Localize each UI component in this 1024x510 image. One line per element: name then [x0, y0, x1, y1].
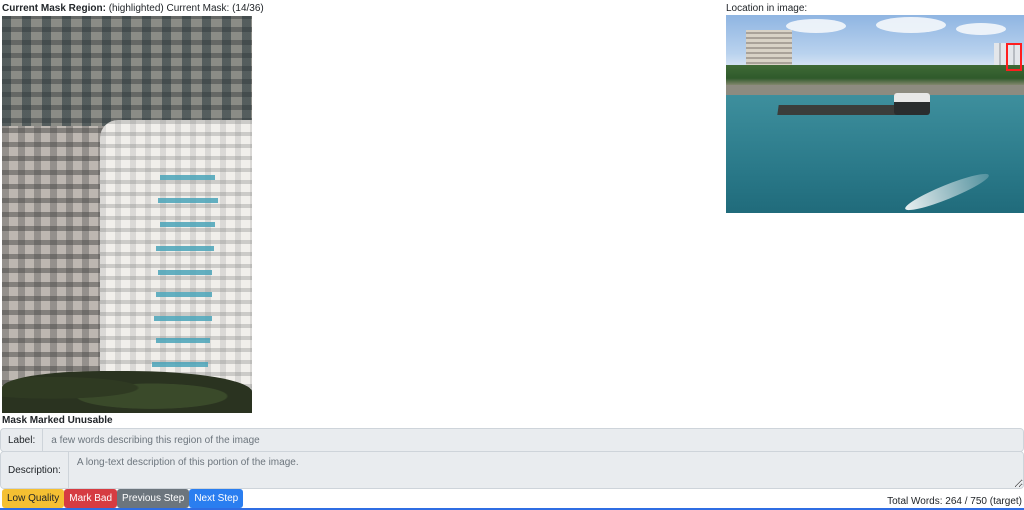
description-prefix: Description:	[1, 452, 69, 488]
shoreline	[726, 65, 1024, 87]
previous-step-button[interactable]: Previous Step	[117, 489, 190, 508]
action-buttons: Low Quality Mark Bad Previous Step Next …	[2, 489, 244, 508]
location-image	[726, 15, 1024, 213]
tree-line	[2, 371, 252, 413]
left-building	[2, 126, 112, 413]
next-step-button[interactable]: Next Step	[189, 489, 244, 508]
mask-region-label: Current Mask Region:	[2, 3, 106, 14]
mask-location-highlight	[1006, 43, 1022, 71]
mask-region-text: (highlighted) Current Mask: (14/36)	[108, 3, 264, 14]
location-header: Location in image:	[726, 3, 808, 14]
tugboat	[894, 93, 930, 115]
description-input-group: Description:	[0, 451, 1024, 489]
mask-region-image	[2, 16, 252, 413]
background-building	[2, 16, 252, 136]
label-input[interactable]	[43, 429, 1023, 451]
description-textarea[interactable]	[68, 452, 1023, 488]
mask-status: Mask Marked Unusable	[2, 415, 113, 426]
mask-region-header: Current Mask Region: (highlighted) Curre…	[2, 3, 264, 14]
highlighted-building	[100, 120, 252, 413]
low-quality-button[interactable]: Low Quality	[2, 489, 65, 508]
mark-bad-button[interactable]: Mark Bad	[64, 489, 118, 508]
label-prefix: Label:	[1, 429, 44, 451]
label-input-group: Label:	[0, 428, 1024, 452]
total-words: Total Words: 264 / 750 (target)	[887, 496, 1022, 507]
